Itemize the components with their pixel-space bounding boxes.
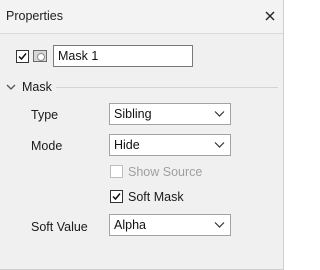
mode-label: Mode [31,139,63,153]
mask-thumbnail-icon [33,50,47,62]
section-title: Mask [22,80,52,94]
mask-section-header[interactable]: Mask [6,79,52,95]
soft-value-label: Soft Value [31,220,88,234]
soft-value-dropdown[interactable]: Alpha [109,214,231,236]
type-dropdown[interactable]: Sibling [109,103,231,125]
soft-value-value: Alpha [114,218,146,232]
dropdown-chevron-icon [214,142,225,148]
collapse-chevron-icon [6,84,16,90]
checkmark-icon [112,193,121,201]
soft-mask-label: Soft Mask [128,190,184,204]
panel-title: Properties [6,9,63,23]
checkmark-icon [18,53,27,61]
mode-value: Hide [114,138,140,152]
type-label: Type [31,108,59,122]
mode-dropdown[interactable]: Hide [109,134,231,156]
close-icon [265,11,275,21]
properties-panel: Properties Mask Type Sibling Mode Hide [0,0,284,270]
soft-mask-checkbox[interactable] [110,190,123,203]
section-divider [56,87,278,88]
close-button[interactable] [261,7,279,25]
type-value: Sibling [114,107,152,121]
mask-name-input[interactable] [53,45,193,67]
dropdown-chevron-icon [214,222,225,228]
show-source-checkbox[interactable] [110,165,123,178]
show-source-label: Show Source [128,165,203,179]
panel-titlebar: Properties [0,0,283,34]
mask-enabled-checkbox[interactable] [16,50,29,63]
dropdown-chevron-icon [214,111,225,117]
